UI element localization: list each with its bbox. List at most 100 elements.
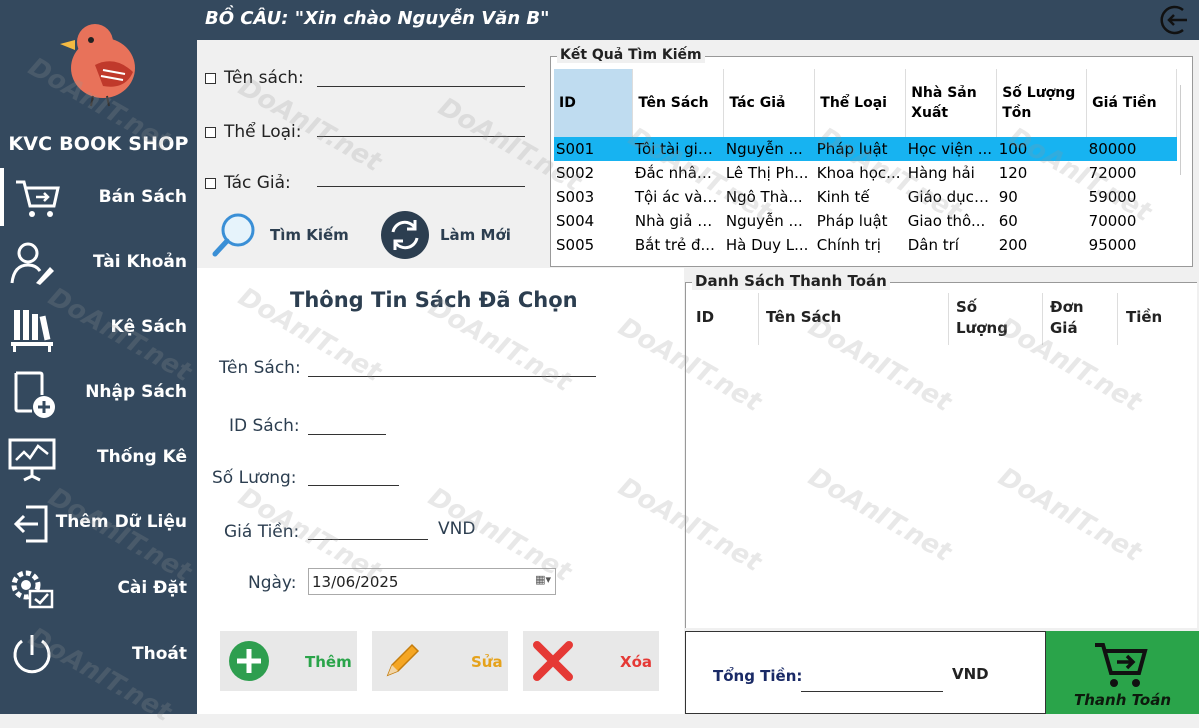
sidebar-item-cai-dat[interactable]: Cài Đặt [0, 559, 197, 617]
cell: Nhà giả k... [634, 212, 721, 230]
category-label: Thể Loại: [224, 122, 302, 142]
chart-icon [8, 438, 56, 482]
cell: Giao thô... [907, 212, 986, 230]
category-checkbox[interactable] [205, 126, 216, 138]
power-icon [13, 635, 51, 674]
pencil-icon [386, 643, 420, 677]
sidebar-item-label: Cài Đặt [117, 578, 187, 598]
column-divider [1117, 293, 1118, 345]
table-row[interactable]: S003 Tội ác và ... Ngô Thà... Kinh tế Giáo d… [554, 185, 1177, 209]
payment-list[interactable]: ID Tên Sách Số Lượng Đơn Giá Tiền [685, 282, 1197, 628]
column-header[interactable]: Số Lượng Tồn [996, 69, 1088, 137]
results-group: ID Tên Sách Tác Giả Thể Loại Nhà Sản Xuấ… [550, 56, 1193, 267]
cell: 95000 [1088, 236, 1137, 254]
column-divider [1042, 293, 1043, 345]
column-header[interactable]: ID [696, 307, 714, 328]
info-quantity-field[interactable] [308, 485, 399, 486]
calendar-dropdown-icon[interactable]: ▦▾ [535, 573, 551, 586]
column-header[interactable]: Nhà Sản Xuất [905, 69, 998, 137]
category-input[interactable] [317, 136, 525, 137]
column-header[interactable]: Tên Sách [632, 69, 725, 137]
import-icon [13, 505, 48, 543]
sidebar-item-label: Kệ Sách [110, 317, 187, 337]
refresh-button[interactable]: Làm Mới [380, 210, 511, 260]
cell: 80000 [1086, 137, 1177, 161]
sidebar-item-label: Nhập Sách [85, 382, 187, 402]
author-checkbox[interactable] [205, 177, 216, 189]
cell: Bắt trẻ đ... [634, 236, 715, 254]
column-header[interactable]: Tác Giả [723, 69, 816, 137]
table-row[interactable]: S004 Nhà giả k... Nguyễn ... Pháp luật Giao … [554, 209, 1177, 233]
cell: Lê Thị Ph... [725, 164, 809, 182]
total-field[interactable] [801, 691, 943, 692]
sidebar-item-label: Thoát [132, 644, 187, 664]
checkout-button[interactable]: Thanh Toán [1046, 631, 1199, 714]
info-price-field[interactable] [308, 539, 428, 540]
cell: Pháp luật [816, 212, 888, 230]
add-button[interactable]: Thêm [220, 631, 357, 691]
search-button[interactable]: Tìm Kiếm [210, 210, 349, 260]
column-header[interactable]: Đơn Giá [1050, 297, 1090, 339]
cell: 72000 [1088, 164, 1137, 182]
cell: Tôi tài giỏi... [632, 137, 724, 161]
cell: Kinh tế [816, 188, 870, 206]
search-row-category: Thể Loại: [205, 122, 301, 142]
cell: Học viện ... [905, 137, 997, 161]
table-row[interactable]: S001 Tôi tài giỏi... Nguyễn ... Pháp luật Họ… [554, 137, 1177, 161]
sidebar-item-label: Thống Kê [97, 447, 187, 467]
results-table[interactable]: ID Tên Sách Tác Giả Thể Loại Nhà Sản Xuấ… [554, 69, 1177, 257]
author-input[interactable] [317, 186, 525, 187]
logout-icon[interactable] [1157, 2, 1193, 38]
info-book-name-field[interactable] [308, 376, 596, 377]
sidebar-item-ke-sach[interactable]: Kệ Sách [0, 298, 197, 356]
cell: Chính trị [816, 236, 881, 254]
date-value: 13/06/2025 [312, 573, 399, 591]
bird-logo-icon [60, 24, 135, 107]
cell: Hà Duy L... [725, 236, 809, 254]
column-divider [948, 293, 949, 345]
cell: 120 [998, 164, 1028, 182]
cell: Ngô Thà... [725, 188, 803, 206]
sidebar-item-thoat[interactable]: Thoát [0, 625, 197, 683]
column-header[interactable]: Tên Sách [766, 307, 841, 328]
refresh-icon [381, 211, 429, 259]
sidebar-item-ban-sach[interactable]: Bán Sách [0, 168, 197, 226]
cell: S001 [554, 137, 633, 161]
results-scrollbar[interactable] [1180, 85, 1188, 175]
edit-button[interactable]: Sửa [372, 631, 508, 691]
info-book-id-field[interactable] [308, 434, 386, 435]
results-header-row: ID Tên Sách Tác Giả Thể Loại Nhà Sản Xuấ… [554, 69, 1177, 137]
cell: Khoa học... [816, 164, 901, 182]
sidebar-item-nhap-sach[interactable]: Nhập Sách [0, 363, 197, 421]
column-header[interactable]: Số Lượng [956, 297, 1016, 339]
cell: Dân trí [907, 236, 959, 254]
date-picker[interactable]: 13/06/2025 ▦▾ [308, 568, 556, 595]
cell: 90 [998, 188, 1018, 206]
book-name-input[interactable] [317, 86, 525, 87]
user-edit-icon [10, 242, 54, 285]
header-bar: BỒ CÂU: "Xin chào Nguyễn Văn B" [197, 0, 1199, 40]
column-header[interactable]: ID [554, 69, 634, 137]
delete-x-icon [533, 641, 573, 681]
cell: S002 [556, 164, 595, 182]
total-box: Tổng Tiền: VND [685, 631, 1046, 714]
cell: S005 [556, 236, 595, 254]
column-header[interactable]: Tiền [1126, 307, 1162, 328]
sidebar-item-label: Bán Sách [98, 187, 187, 207]
info-quantity-label: Số Lương: [212, 468, 297, 488]
sidebar-item-tai-khoan[interactable]: Tài Khoản [0, 233, 197, 291]
sidebar-item-thong-ke[interactable]: Thống Kê [0, 428, 197, 486]
delete-button[interactable]: Xóa [523, 631, 659, 691]
cell: Nguyễn ... [723, 137, 815, 161]
cell: Đắc nhân... [634, 164, 721, 182]
table-row[interactable]: S002 Đắc nhân... Lê Thị Ph... Khoa học... Hà… [554, 161, 1177, 185]
table-row[interactable]: S005 Bắt trẻ đ... Hà Duy L... Chính trị Dân … [554, 233, 1177, 257]
sidebar-item-them-du-lieu[interactable]: Thêm Dữ Liệu [0, 493, 197, 551]
column-header[interactable]: Thể Loại [814, 69, 907, 137]
sidebar: KVC BOOK SHOP Bán Sách Tài Khoản Kệ Sách… [0, 0, 197, 714]
column-header[interactable]: Giá Tiền [1086, 69, 1177, 137]
book-name-checkbox[interactable] [205, 72, 216, 84]
cell: 60 [998, 212, 1018, 230]
cell: 70000 [1088, 212, 1137, 230]
info-title: Thông Tin Sách Đã Chọn [290, 288, 578, 312]
